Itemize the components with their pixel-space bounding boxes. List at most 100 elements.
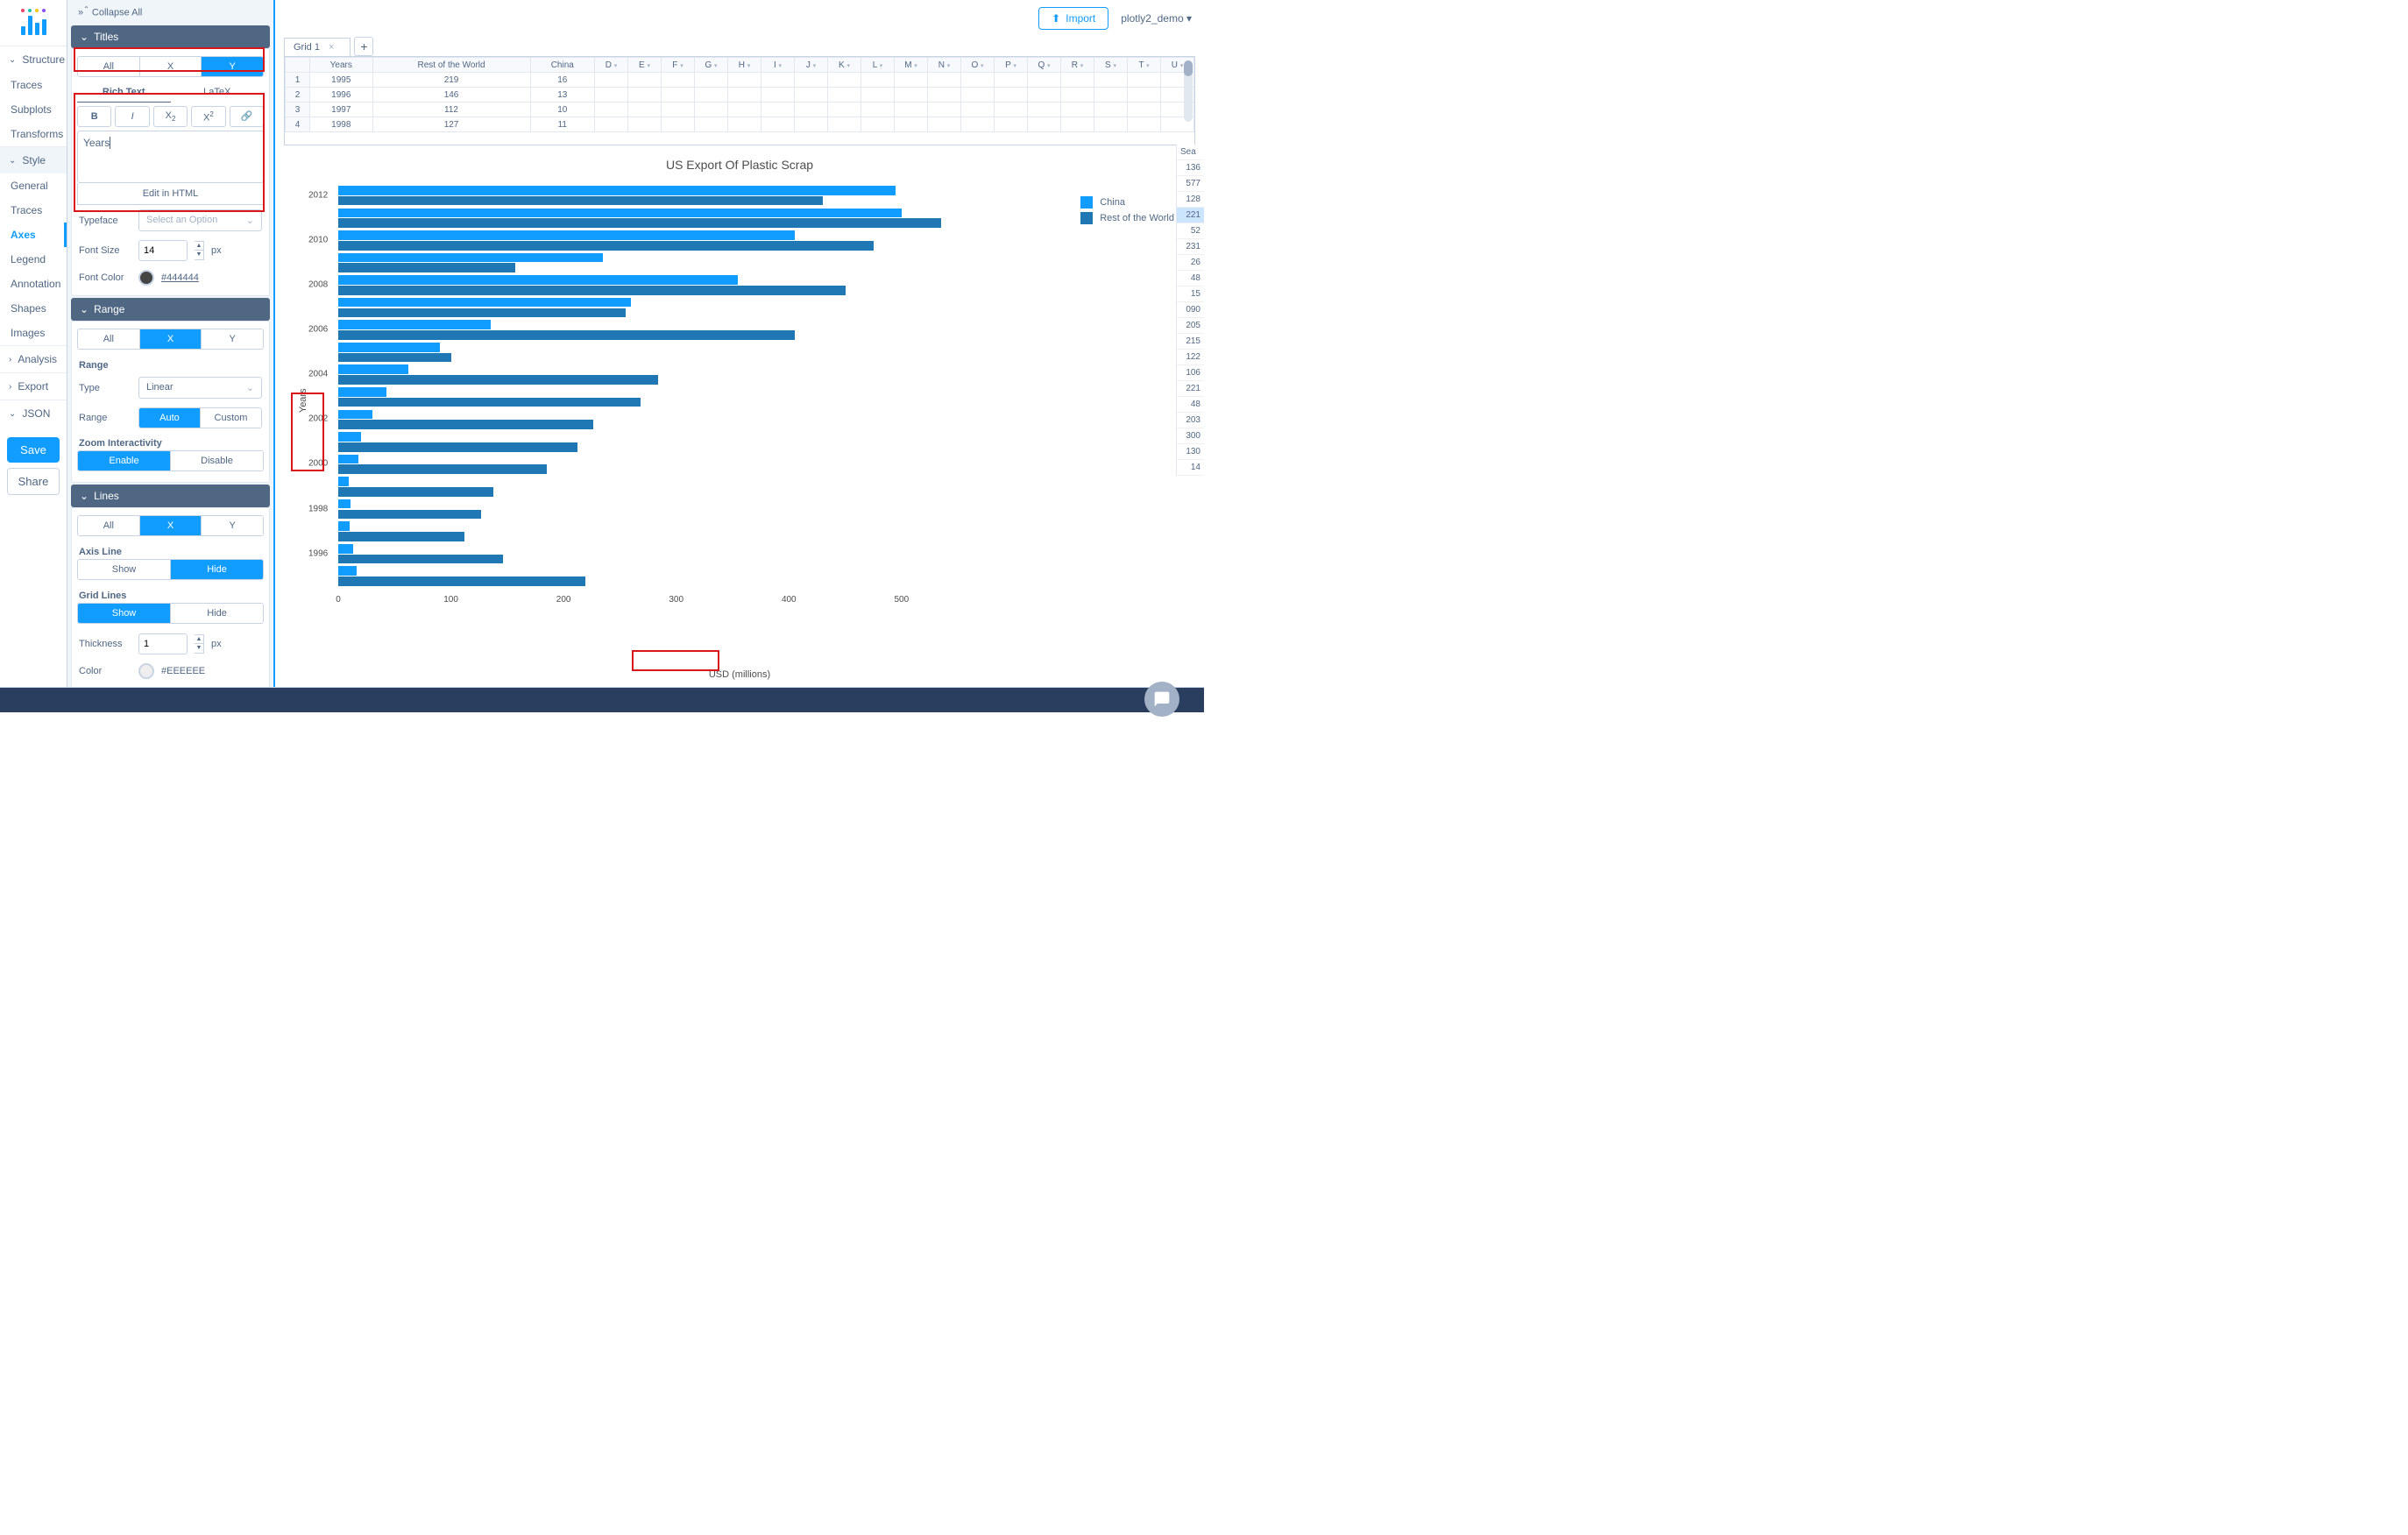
lines-tab-x[interactable]: X [140, 516, 202, 535]
bar-rest[interactable] [338, 330, 795, 340]
grid-scrollbar[interactable] [1184, 60, 1193, 122]
bar-rest[interactable] [338, 577, 585, 586]
italic-button[interactable]: I [115, 106, 149, 128]
bar-rest[interactable] [338, 532, 464, 541]
range-tab-x[interactable]: X [140, 329, 202, 349]
bar-rest[interactable] [338, 196, 823, 206]
bar-china[interactable] [338, 253, 603, 263]
thickness-stepper[interactable]: ▲▼ [195, 634, 204, 654]
nav-transforms[interactable]: Transforms [0, 122, 67, 146]
bar-china[interactable] [338, 566, 357, 576]
bar-china[interactable] [338, 364, 408, 374]
nav-annotation[interactable]: Annotation [0, 272, 67, 296]
close-icon[interactable]: × [329, 42, 334, 53]
data-grid[interactable]: YearsRest of the WorldChinaD ▾E ▾F ▾G ▾H… [284, 56, 1195, 145]
nav-analysis[interactable]: Analysis [0, 346, 67, 372]
bar-china[interactable] [338, 275, 738, 285]
grid-tab[interactable]: Grid 1× [284, 38, 351, 56]
bar-china[interactable] [338, 521, 350, 531]
range-custom[interactable]: Custom [201, 408, 261, 428]
titles-header[interactable]: ⌄Titles [71, 25, 270, 48]
nav-structure[interactable]: Structure [0, 46, 67, 73]
bar-rest[interactable] [338, 420, 593, 429]
nav-axes[interactable]: Axes [0, 223, 67, 247]
latex-tab[interactable]: LaTeX [171, 82, 265, 103]
range-tab-y[interactable]: Y [202, 329, 263, 349]
bar-rest[interactable] [338, 218, 941, 228]
range-tab-all[interactable]: All [78, 329, 140, 349]
bar-china[interactable] [338, 387, 386, 397]
lines-tab-all[interactable]: All [78, 516, 140, 535]
bar-rest[interactable] [338, 308, 626, 318]
plot-area[interactable]: 1996199820002002200420062008201020120100… [338, 184, 969, 587]
chat-bubble[interactable] [1144, 682, 1179, 717]
bar-rest[interactable] [338, 510, 481, 520]
nav-legend[interactable]: Legend [0, 247, 67, 272]
thickness-input[interactable] [138, 633, 188, 654]
richtext-tab[interactable]: Rich Text [77, 82, 171, 103]
fontsize-stepper[interactable]: ▲▼ [195, 241, 204, 260]
user-menu[interactable]: plotly2_demo ▾ [1121, 12, 1192, 25]
share-button[interactable]: Share [7, 468, 60, 495]
nav-json[interactable]: JSON [0, 400, 67, 427]
bar-rest[interactable] [338, 398, 641, 407]
add-tab-button[interactable]: + [354, 37, 373, 56]
lines-header[interactable]: ⌄Lines [71, 485, 270, 507]
gridlines-show[interactable]: Show [78, 604, 171, 623]
bar-rest[interactable] [338, 241, 874, 251]
bar-china[interactable] [338, 499, 351, 509]
titles-tab-y[interactable]: Y [202, 57, 263, 76]
bar-china[interactable] [338, 477, 349, 486]
range-auto[interactable]: Auto [139, 408, 201, 428]
bar-china[interactable] [338, 544, 353, 554]
bar-rest[interactable] [338, 555, 503, 564]
bar-china[interactable] [338, 186, 896, 195]
bar-china[interactable] [338, 230, 795, 240]
nav-subplots[interactable]: Subplots [0, 97, 67, 122]
nav-style-traces[interactable]: Traces [0, 198, 67, 223]
bar-china[interactable] [338, 209, 902, 218]
bar-rest[interactable] [338, 464, 547, 474]
title-text-input[interactable]: Years [77, 131, 264, 183]
bar-china[interactable] [338, 343, 440, 352]
bar-rest[interactable] [338, 286, 846, 295]
superscript-button[interactable]: X2 [191, 106, 225, 128]
axisline-show[interactable]: Show [78, 560, 171, 579]
bar-china[interactable] [338, 320, 491, 329]
bar-rest[interactable] [338, 353, 451, 363]
type-select[interactable]: Linear ⌄ [138, 377, 262, 399]
save-button[interactable]: Save [7, 437, 60, 463]
nav-export[interactable]: Export [0, 373, 67, 400]
titles-tab-all[interactable]: All [78, 57, 140, 76]
edit-html-button[interactable]: Edit in HTML [77, 183, 264, 205]
nav-style[interactable]: Style [0, 147, 67, 173]
bold-button[interactable]: B [77, 106, 111, 128]
bar-china[interactable] [338, 432, 361, 442]
nav-general[interactable]: General [0, 173, 67, 198]
bar-rest[interactable] [338, 263, 515, 272]
fontsize-input[interactable] [138, 240, 188, 261]
import-button[interactable]: ⬆Import [1038, 7, 1108, 30]
nav-traces[interactable]: Traces [0, 73, 67, 97]
typeface-select[interactable]: Select an Option ⌄ [138, 209, 262, 231]
zoom-enable[interactable]: Enable [78, 451, 171, 470]
collapse-all[interactable]: »⌃ Collapse All [71, 0, 270, 24]
range-header[interactable]: ⌄Range [71, 298, 270, 321]
link-button[interactable]: 🔗 [230, 106, 264, 128]
bar-china[interactable] [338, 455, 358, 464]
titles-tab-x[interactable]: X [140, 57, 202, 76]
bar-china[interactable] [338, 410, 372, 420]
bar-rest[interactable] [338, 375, 658, 385]
gridlines-hide[interactable]: Hide [171, 604, 263, 623]
nav-shapes[interactable]: Shapes [0, 296, 67, 321]
fontcolor-swatch[interactable] [138, 270, 154, 286]
zoom-disable[interactable]: Disable [171, 451, 263, 470]
bar-rest[interactable] [338, 442, 577, 452]
axisline-hide[interactable]: Hide [171, 560, 263, 579]
nav-images[interactable]: Images [0, 321, 67, 345]
lines-tab-y[interactable]: Y [202, 516, 263, 535]
gridcolor-swatch[interactable] [138, 663, 154, 679]
bar-rest[interactable] [338, 487, 493, 497]
bar-china[interactable] [338, 298, 631, 308]
subscript-button[interactable]: X2 [153, 106, 188, 128]
